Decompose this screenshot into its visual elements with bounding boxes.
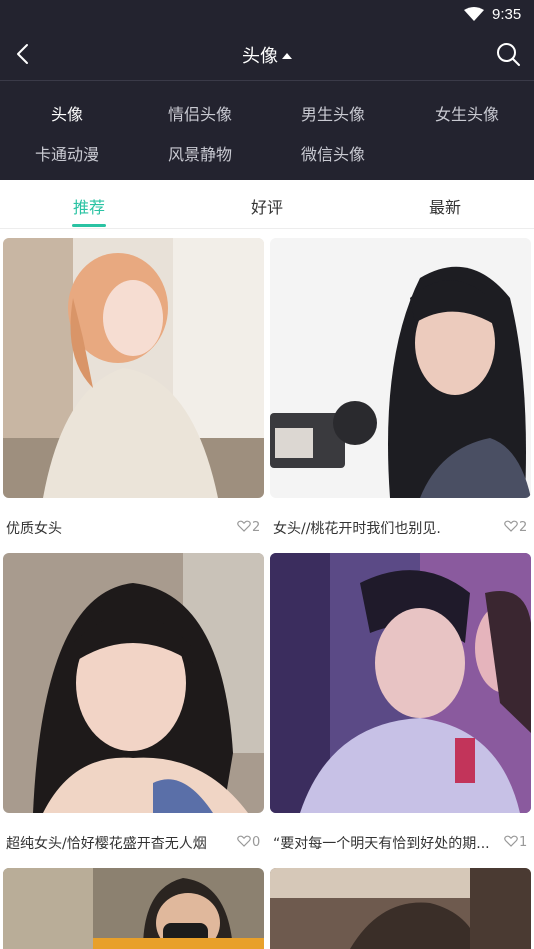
- heart-icon: [237, 835, 251, 847]
- page-title: 头像: [242, 46, 278, 67]
- avatar-photo[interactable]: [3, 238, 264, 498]
- top-bar: 头像: [0, 28, 534, 80]
- card-caption: “要对每一个明天有恰到好处的期...: [273, 836, 490, 852]
- like-count-value: 2: [252, 520, 261, 535]
- like-count-value: 1: [519, 835, 528, 850]
- avatar-photo[interactable]: [270, 553, 531, 813]
- tab-recommended[interactable]: 推荐: [0, 194, 178, 218]
- like-count-value: 0: [252, 835, 261, 850]
- category-avatar[interactable]: 头像: [0, 101, 134, 125]
- avatar-photo[interactable]: [270, 238, 531, 498]
- card-caption: 优质女头: [6, 521, 62, 537]
- heart-icon: [504, 835, 518, 847]
- like-count-value: 2: [519, 520, 528, 535]
- page-title-dropdown[interactable]: 头像: [0, 42, 534, 68]
- category-couple-avatar[interactable]: 情侣头像: [133, 101, 267, 125]
- avatar-photo[interactable]: [3, 553, 264, 813]
- sort-tabs: 推荐 好评 最新: [0, 180, 534, 229]
- tab-top-rated[interactable]: 好评: [178, 194, 356, 218]
- active-tab-indicator: [72, 224, 106, 227]
- status-time: 9:35: [492, 6, 522, 23]
- like-count[interactable]: 1: [504, 835, 527, 850]
- wifi-icon: [464, 7, 484, 21]
- category-scenery-still[interactable]: 风景静物: [133, 141, 267, 165]
- like-count[interactable]: 0: [237, 835, 260, 850]
- status-bar: 9:35: [0, 0, 534, 28]
- search-icon[interactable]: [494, 40, 522, 68]
- like-count[interactable]: 2: [504, 520, 527, 535]
- heart-icon: [237, 520, 251, 532]
- category-wechat-avatar[interactable]: 微信头像: [266, 141, 400, 165]
- category-cartoon-anime[interactable]: 卡通动漫: [0, 141, 134, 165]
- category-male-avatar[interactable]: 男生头像: [266, 101, 400, 125]
- category-panel: 头像 情侣头像 男生头像 女生头像 卡通动漫 风景静物 微信头像: [0, 81, 534, 180]
- caret-up-icon: [282, 53, 292, 59]
- avatar-photo[interactable]: [3, 868, 264, 949]
- like-count[interactable]: 2: [237, 520, 260, 535]
- category-female-avatar[interactable]: 女生头像: [400, 101, 534, 125]
- avatar-photo[interactable]: [270, 868, 531, 949]
- card-caption: 超纯女头/恰好樱花盛开杳无人烟: [6, 836, 207, 852]
- tab-newest[interactable]: 最新: [356, 194, 534, 218]
- heart-icon: [504, 520, 518, 532]
- card-caption: 女头//桃花开时我们也别见.: [273, 521, 441, 537]
